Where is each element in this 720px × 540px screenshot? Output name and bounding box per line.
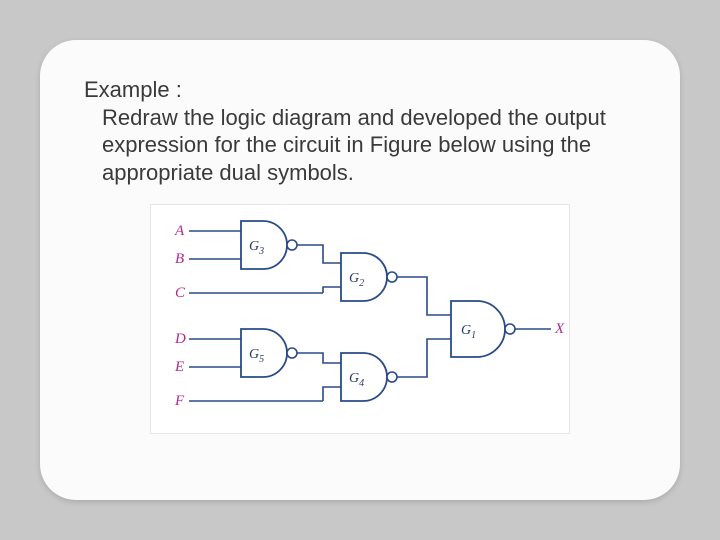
input-F-label: F [174, 393, 185, 409]
gate-G2 [341, 253, 387, 301]
gate-G5 [241, 329, 287, 377]
wire-G5-out [297, 353, 341, 363]
bubble-G3 [287, 240, 297, 250]
output-X-label: X [554, 321, 565, 337]
input-B-label: B [175, 251, 184, 267]
heading-line1: Example : [84, 76, 636, 104]
gate-G3 [241, 221, 287, 269]
wire-C-b [323, 287, 341, 293]
slide-card: Example : Redraw the logic diagram and d… [40, 40, 680, 500]
gate-G1 [451, 301, 505, 357]
heading-rest: Redraw the logic diagram and developed t… [84, 104, 636, 187]
bubble-G2 [387, 272, 397, 282]
input-D-label: D [174, 331, 186, 347]
input-A-label: A [174, 223, 185, 239]
bubble-G4 [387, 372, 397, 382]
bubble-G1 [505, 324, 515, 334]
wire-F-b [323, 387, 341, 401]
logic-diagram-svg: A B C D E F G3 G5 [151, 205, 571, 435]
wire-G2-out [397, 277, 451, 315]
input-C-label: C [175, 285, 186, 301]
wire-G4-out [397, 339, 451, 377]
logic-diagram: A B C D E F G3 G5 [150, 204, 570, 434]
example-heading: Example : Redraw the logic diagram and d… [84, 76, 636, 186]
gate-G4 [341, 353, 387, 401]
bubble-G5 [287, 348, 297, 358]
wire-G3-out [297, 245, 341, 263]
input-E-label: E [174, 359, 184, 375]
